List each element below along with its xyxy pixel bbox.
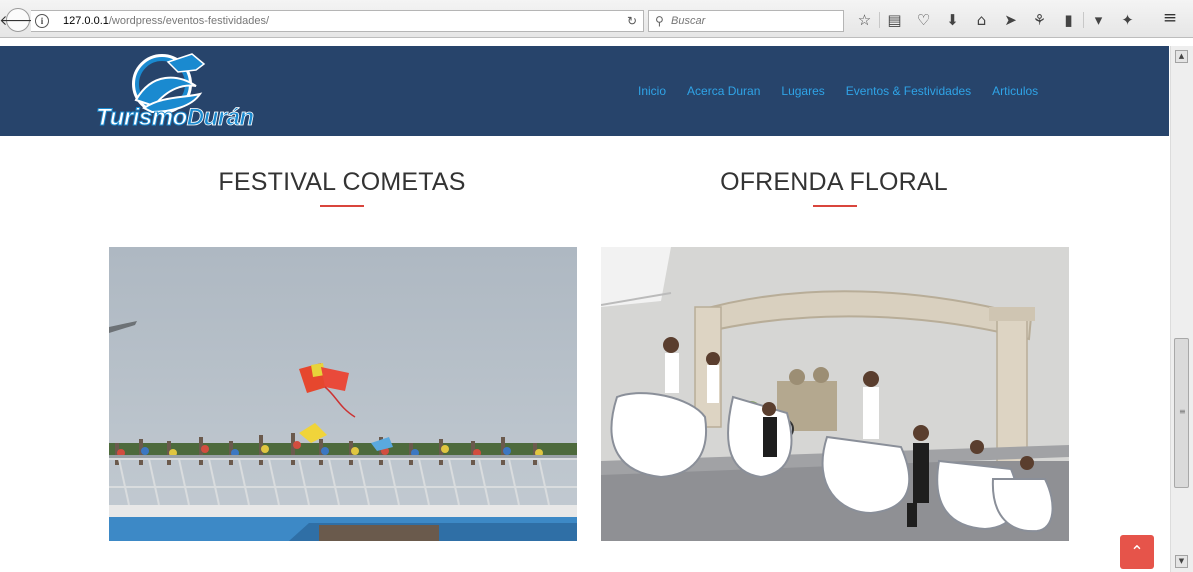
chevron-up-icon: ⌃ <box>1130 542 1144 561</box>
extension-icon[interactable]: ⚘ <box>1025 11 1054 29</box>
back-to-top-button[interactable]: ⌃ <box>1120 535 1154 569</box>
download-icon[interactable]: ⬇ <box>938 11 967 29</box>
nav-item-articulos[interactable]: Articulos <box>992 84 1038 98</box>
wing-icon[interactable]: ✦ <box>1113 11 1142 29</box>
browser-toolbar: 🡐 i 127.0.0.1/wordpress/eventos-festivid… <box>0 0 1193 38</box>
scroll-thumb[interactable]: ≡ <box>1174 338 1189 488</box>
main-nav: Inicio Acerca Duran Lugares Eventos & Fe… <box>638 84 1038 98</box>
page-scrollbar[interactable]: ▲ ≡ ▼ <box>1170 46 1193 572</box>
scroll-down-icon[interactable]: ▼ <box>1175 555 1188 568</box>
info-icon[interactable]: i <box>35 14 49 28</box>
event-photo-ofrenda-floral[interactable] <box>601 247 1069 541</box>
logo-wordmark: TurismoDurán <box>96 104 255 132</box>
event-title-festival-cometas: FESTIVAL COMETAS <box>218 168 466 196</box>
toolbar-icons: ☆ ▤ ♡ ⬇ ⌂ ➤ ⚘ ▮ ▾ ✦ <box>850 8 1142 32</box>
nav-item-lugares[interactable]: Lugares <box>781 84 824 98</box>
url-path: /wordpress/eventos-festividades/ <box>108 15 270 27</box>
search-box: ⚲ <box>648 10 844 32</box>
event-photo-festival-cometas[interactable] <box>109 247 577 541</box>
pocket-icon[interactable]: ♡ <box>909 11 938 29</box>
title-divider <box>320 205 364 207</box>
clipboard-icon[interactable]: ▮ <box>1054 11 1083 29</box>
site-header: TurismoDurán Inicio Acerca Duran Lugares… <box>0 46 1169 136</box>
hamburger-menu-icon[interactable]: ≡ <box>1158 8 1182 32</box>
reload-icon[interactable]: ↻ <box>627 11 637 31</box>
dropdown-icon[interactable]: ▾ <box>1084 11 1113 29</box>
event-title-ofrenda-floral: OFRENDA FLORAL <box>720 168 948 196</box>
kite-festival-image <box>109 247 577 541</box>
logo-text-duran: Durán <box>186 104 254 132</box>
scroll-up-icon[interactable]: ▲ <box>1175 50 1188 63</box>
folk-dance-image <box>601 247 1069 541</box>
nav-item-eventos-festividades[interactable]: Eventos & Festividades <box>846 84 971 98</box>
home-icon[interactable]: ⌂ <box>967 11 996 29</box>
url-bar[interactable]: i 127.0.0.1/wordpress/eventos-festividad… <box>31 10 644 32</box>
nav-item-acerca-duran[interactable]: Acerca Duran <box>687 84 760 98</box>
back-button[interactable]: 🡐 <box>0 8 37 32</box>
url-text: 127.0.0.1/wordpress/eventos-festividades… <box>63 11 269 31</box>
nav-item-inicio[interactable]: Inicio <box>638 84 666 98</box>
title-divider <box>813 205 857 207</box>
site-logo[interactable]: TurismoDurán <box>92 50 254 134</box>
grip-icon: ≡ <box>1179 407 1186 416</box>
logo-text-turismo: Turismo <box>96 104 188 132</box>
search-input[interactable] <box>671 13 839 29</box>
star-icon[interactable]: ☆ <box>850 11 879 29</box>
send-icon[interactable]: ➤ <box>996 11 1025 29</box>
search-icon: ⚲ <box>655 14 664 28</box>
reading-list-icon[interactable]: ▤ <box>880 11 909 29</box>
url-host: 127.0.0.1 <box>63 15 109 27</box>
